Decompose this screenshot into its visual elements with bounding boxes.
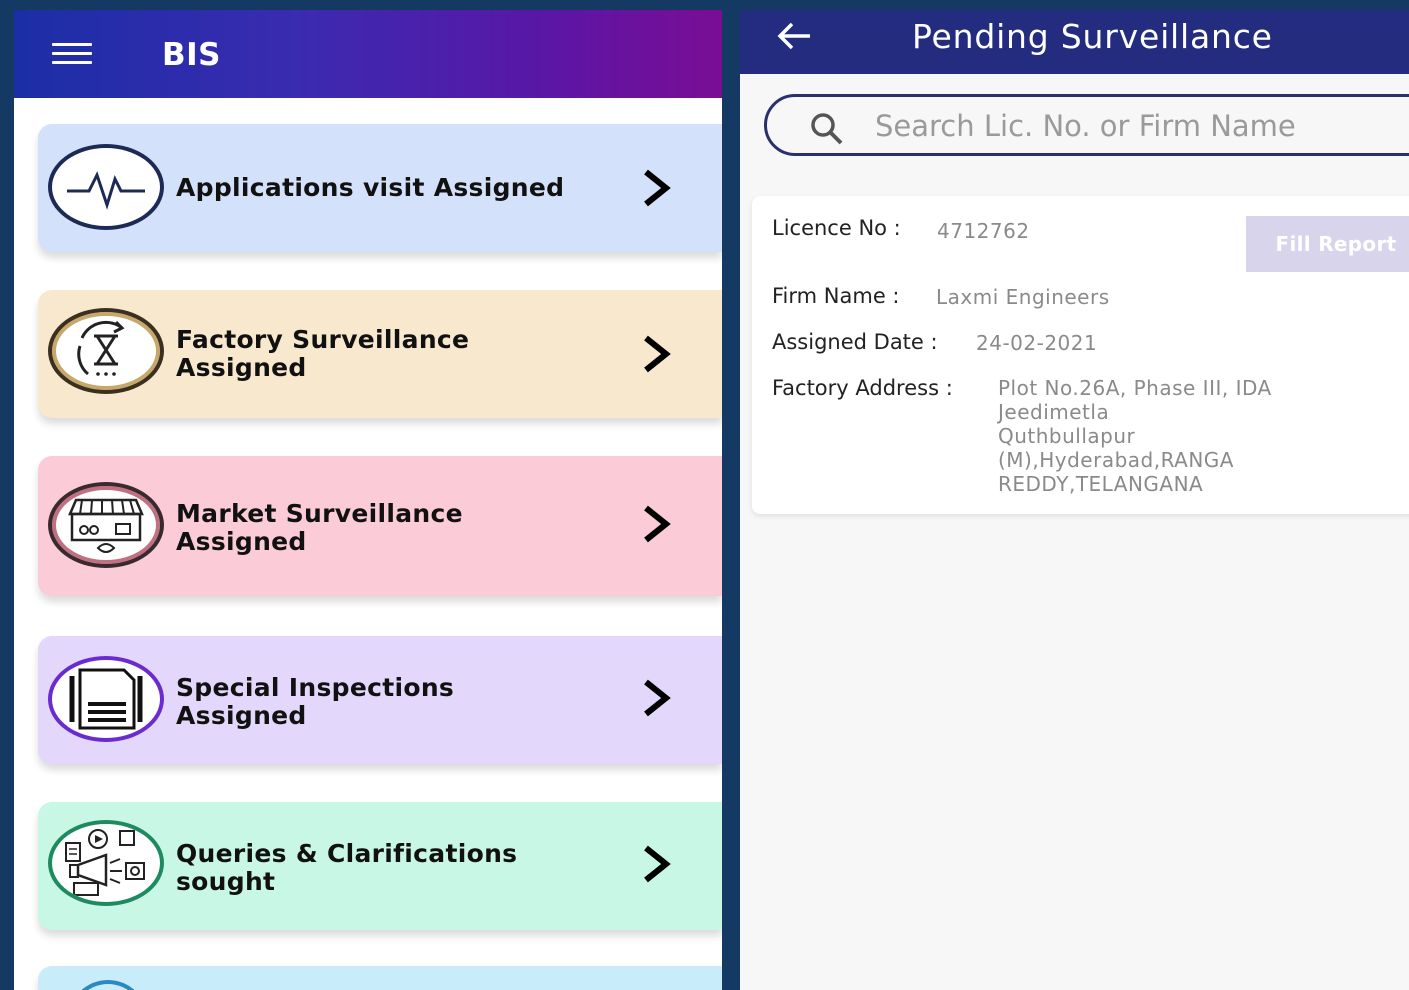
chevron-right-icon bbox=[644, 335, 671, 373]
menu-item-label: Market Surveillance Assigned bbox=[176, 499, 463, 556]
licence-card[interactable]: Licence No : 4712762 Fill Report Firm Na… bbox=[752, 196, 1409, 514]
screen-title: Pending Surveillance bbox=[912, 17, 1273, 56]
menu-item-label: Special Inspections Assigned bbox=[176, 673, 455, 730]
megaphone-media-icon bbox=[48, 820, 164, 906]
chevron-right-icon bbox=[644, 845, 671, 883]
search-bar[interactable] bbox=[764, 94, 1409, 156]
hourglass-icon bbox=[48, 308, 164, 394]
assigned-date-label: Assigned Date : bbox=[772, 330, 938, 354]
menu-item-special-inspections[interactable]: Special Inspections Assigned bbox=[38, 636, 722, 764]
market-stall-icon bbox=[48, 482, 164, 568]
hamburger-menu-icon[interactable] bbox=[52, 43, 92, 67]
app-bar: BIS bbox=[14, 10, 722, 98]
app-title: BIS bbox=[162, 37, 221, 73]
home-screen: BIS Applications visit Assigned Factory … bbox=[14, 10, 722, 990]
assigned-date-value: 24-02-2021 bbox=[976, 331, 1098, 355]
menu-item-icon bbox=[68, 980, 148, 990]
heartbeat-icon bbox=[48, 144, 164, 230]
menu-item-market-surveillance[interactable]: Market Surveillance Assigned bbox=[38, 456, 722, 596]
menu-item-queries-clarifications[interactable]: Queries & Clarifications sought bbox=[38, 802, 722, 930]
chevron-right-icon bbox=[644, 679, 671, 717]
menu-item-partial[interactable] bbox=[38, 966, 722, 990]
menu-item-label: Factory Surveillance Assigned bbox=[176, 325, 470, 382]
app-bar: Pending Surveillance bbox=[740, 10, 1409, 74]
chevron-right-icon bbox=[644, 169, 671, 207]
menu-item-applications-visit[interactable]: Applications visit Assigned bbox=[38, 124, 722, 252]
firm-name-label: Firm Name : bbox=[772, 284, 900, 308]
chevron-right-icon bbox=[644, 505, 671, 543]
factory-address-value: Plot No.26A, Phase III, IDA Jeedimetla Q… bbox=[998, 376, 1272, 496]
document-icon bbox=[48, 656, 164, 742]
search-input[interactable] bbox=[873, 105, 1397, 147]
menu-item-factory-surveillance[interactable]: Factory Surveillance Assigned bbox=[38, 290, 722, 418]
factory-address-label: Factory Address : bbox=[772, 376, 953, 400]
licence-no-value: 4712762 bbox=[937, 219, 1030, 243]
menu-item-label: Queries & Clarifications sought bbox=[176, 839, 518, 896]
menu-item-label: Applications visit Assigned bbox=[176, 173, 565, 202]
fill-report-button[interactable]: Fill Report bbox=[1246, 216, 1409, 272]
search-icon bbox=[811, 113, 843, 145]
pending-surveillance-screen: Pending Surveillance Licence No : 471276… bbox=[740, 10, 1409, 990]
back-arrow-icon[interactable] bbox=[776, 21, 814, 51]
firm-name-value: Laxmi Engineers bbox=[936, 285, 1110, 309]
licence-no-label: Licence No : bbox=[772, 216, 901, 240]
